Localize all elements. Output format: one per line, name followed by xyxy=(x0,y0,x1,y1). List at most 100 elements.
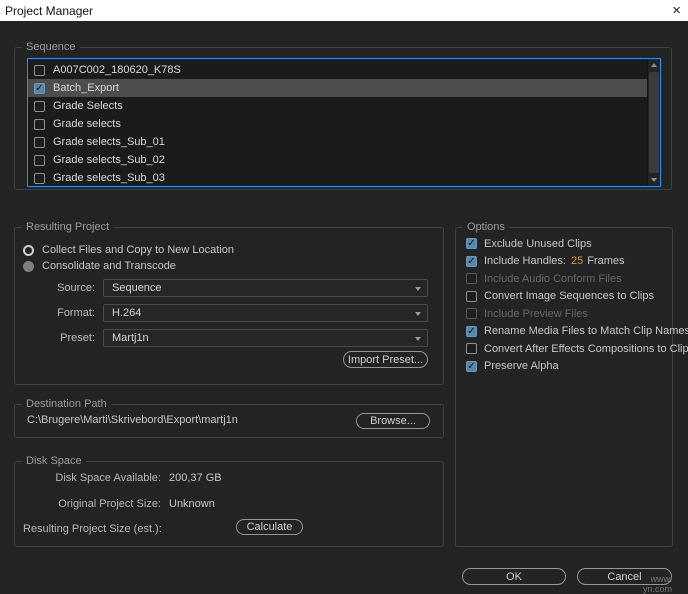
calculate-button[interactable]: Calculate xyxy=(236,519,303,535)
import-preset-button[interactable]: Import Preset... xyxy=(343,351,428,368)
format-dropdown[interactable]: H.264 xyxy=(103,304,428,322)
option-checkbox[interactable] xyxy=(466,308,477,320)
sequence-group-label: Sequence xyxy=(22,40,80,55)
option-row[interactable]: Convert Image Sequences to Clips xyxy=(466,288,672,306)
sequence-checkbox[interactable] xyxy=(34,136,45,148)
preset-dropdown[interactable]: Martj1n xyxy=(103,329,428,347)
browse-button[interactable]: Browse... xyxy=(356,413,430,429)
option-row[interactable]: Preserve Alpha xyxy=(466,358,672,376)
radio-consolidate-transcode[interactable]: Consolidate and Transcode xyxy=(23,258,176,274)
sequence-checkbox[interactable] xyxy=(34,82,45,94)
destination-path-group-label: Destination Path xyxy=(22,397,111,412)
title-bar: Project Manager × xyxy=(0,0,688,21)
option-row[interactable]: Exclude Unused Clips xyxy=(466,235,672,253)
sequence-name: Grade Selects xyxy=(53,100,123,112)
sequence-row[interactable]: Grade Selects xyxy=(28,97,647,115)
sequence-name: Grade selects xyxy=(53,118,121,130)
option-checkbox[interactable] xyxy=(466,290,477,302)
options-rows: Exclude Unused Clips Include Handles: 25 Fr… xyxy=(456,228,688,546)
source-value: Sequence xyxy=(112,282,162,294)
sequence-checkbox[interactable] xyxy=(34,172,45,184)
sequence-list: A007C002_180620_K78S Batch_Export Grade Se… xyxy=(27,58,661,187)
radio-button-icon[interactable] xyxy=(23,260,34,272)
option-row[interactable]: Include Preview Files xyxy=(466,305,672,323)
sequence-row[interactable]: A007C002_180620_K78S xyxy=(28,61,647,79)
original-size-label: Original Project Size: xyxy=(58,498,161,510)
disk-available-value: 200,37 GB xyxy=(169,472,222,484)
chevron-down-icon xyxy=(415,287,421,291)
destination-path-value: C:\Brugere\Marti\Skrivebord\Export\martj… xyxy=(27,414,238,426)
format-label: Format: xyxy=(57,307,95,319)
option-row[interactable]: Convert After Effects Compositions to Cl… xyxy=(466,340,688,358)
source-dropdown[interactable]: Sequence xyxy=(103,279,428,297)
sequence-name: Batch_Export xyxy=(53,82,120,94)
close-icon[interactable]: × xyxy=(672,3,681,18)
scrollbar-thumb[interactable] xyxy=(649,72,659,173)
scroll-down-icon[interactable] xyxy=(648,174,660,186)
option-checkbox[interactable] xyxy=(466,255,477,267)
window-title: Project Manager xyxy=(5,3,94,18)
sequence-scrollbar[interactable] xyxy=(647,59,660,186)
sequence-rows: A007C002_180620_K78S Batch_Export Grade Se… xyxy=(28,59,647,186)
resulting-size-label: Resulting Project Size (est.): xyxy=(23,523,162,535)
ok-button[interactable]: OK xyxy=(462,568,566,585)
sequence-row[interactable]: Grade selects xyxy=(28,115,647,133)
project-manager-window: Project Manager × Sequence A007C002_1806… xyxy=(0,0,688,594)
radio-collect-files-label: Collect Files and Copy to New Location xyxy=(42,244,234,256)
disk-space-group-label: Disk Space xyxy=(22,454,86,469)
sequence-checkbox[interactable] xyxy=(34,118,45,130)
radio-collect-files[interactable]: Collect Files and Copy to New Location xyxy=(23,242,234,258)
options-group: Options Exclude Unused ClipsInclude Hand… xyxy=(455,220,688,547)
dialog-body: Sequence A007C002_180620_K78S Batch_Expor… xyxy=(0,21,688,594)
source-field-row: Source: Sequence xyxy=(15,279,443,297)
option-label: Include Handles: xyxy=(484,255,566,268)
sequence-name: Grade selects_Sub_03 xyxy=(53,172,165,184)
option-label: Exclude Unused Clips xyxy=(484,237,592,250)
sequence-checkbox[interactable] xyxy=(34,154,45,166)
disk-available-row: Disk Space Available: 200,37 GB xyxy=(15,472,222,484)
original-size-value: Unknown xyxy=(169,498,215,510)
sequence-checkbox[interactable] xyxy=(34,64,45,76)
format-field-row: Format: H.264 xyxy=(15,304,443,322)
sequence-name: A007C002_180620_K78S xyxy=(53,64,181,76)
disk-available-label: Disk Space Available: xyxy=(55,472,161,484)
option-row[interactable]: Rename Media Files to Match Clip Names xyxy=(466,323,688,341)
handles-frames-value[interactable]: 25 xyxy=(571,255,583,267)
option-label: Convert Image Sequences to Clips xyxy=(484,290,654,303)
scroll-up-icon[interactable] xyxy=(648,59,660,71)
disk-space-group: Disk Space Disk Space Available: 200,37 … xyxy=(14,454,444,547)
cancel-button[interactable]: Cancel xyxy=(577,568,672,585)
watermark-line2: yn.com xyxy=(642,584,672,594)
radio-consolidate-label: Consolidate and Transcode xyxy=(42,260,176,272)
option-label: Include Audio Conform Files xyxy=(484,272,622,285)
sequence-group: Sequence A007C002_180620_K78S Batch_Expor… xyxy=(14,40,672,190)
option-label: Convert After Effects Compositions to Cl… xyxy=(484,342,688,355)
chevron-down-icon xyxy=(415,312,421,316)
option-row[interactable]: Include Audio Conform Files xyxy=(466,270,672,288)
option-checkbox[interactable] xyxy=(466,325,477,337)
option-label: Rename Media Files to Match Clip Names xyxy=(484,325,688,338)
radio-button-icon[interactable] xyxy=(23,244,34,256)
preset-label: Preset: xyxy=(60,332,95,344)
option-checkbox[interactable] xyxy=(466,273,477,285)
preset-field-row: Preset: Martj1n xyxy=(15,329,443,347)
option-checkbox[interactable] xyxy=(466,360,477,372)
sequence-row[interactable]: Grade selects_Sub_03 xyxy=(28,169,647,186)
sequence-row[interactable]: Grade selects_Sub_02 xyxy=(28,151,647,169)
option-label: Preserve Alpha xyxy=(484,360,559,373)
sequence-name: Grade selects_Sub_02 xyxy=(53,154,165,166)
resulting-project-group-label: Resulting Project xyxy=(22,220,114,235)
option-row[interactable]: Include Handles: 25 Frames xyxy=(466,253,672,271)
option-label-suffix: Frames xyxy=(587,255,625,268)
format-value: H.264 xyxy=(112,307,142,319)
sequence-checkbox[interactable] xyxy=(34,100,45,112)
preset-value: Martj1n xyxy=(112,332,149,344)
sequence-name: Grade selects_Sub_01 xyxy=(53,136,165,148)
option-checkbox[interactable] xyxy=(466,238,477,250)
sequence-row[interactable]: Grade selects_Sub_01 xyxy=(28,133,647,151)
chevron-down-icon xyxy=(415,337,421,341)
sequence-row[interactable]: Batch_Export xyxy=(28,79,647,97)
option-checkbox[interactable] xyxy=(466,343,477,355)
resulting-project-group: Resulting Project Collect Files and Copy… xyxy=(14,220,444,385)
destination-path-group: Destination Path C:\Brugere\Marti\Skrive… xyxy=(14,397,444,438)
